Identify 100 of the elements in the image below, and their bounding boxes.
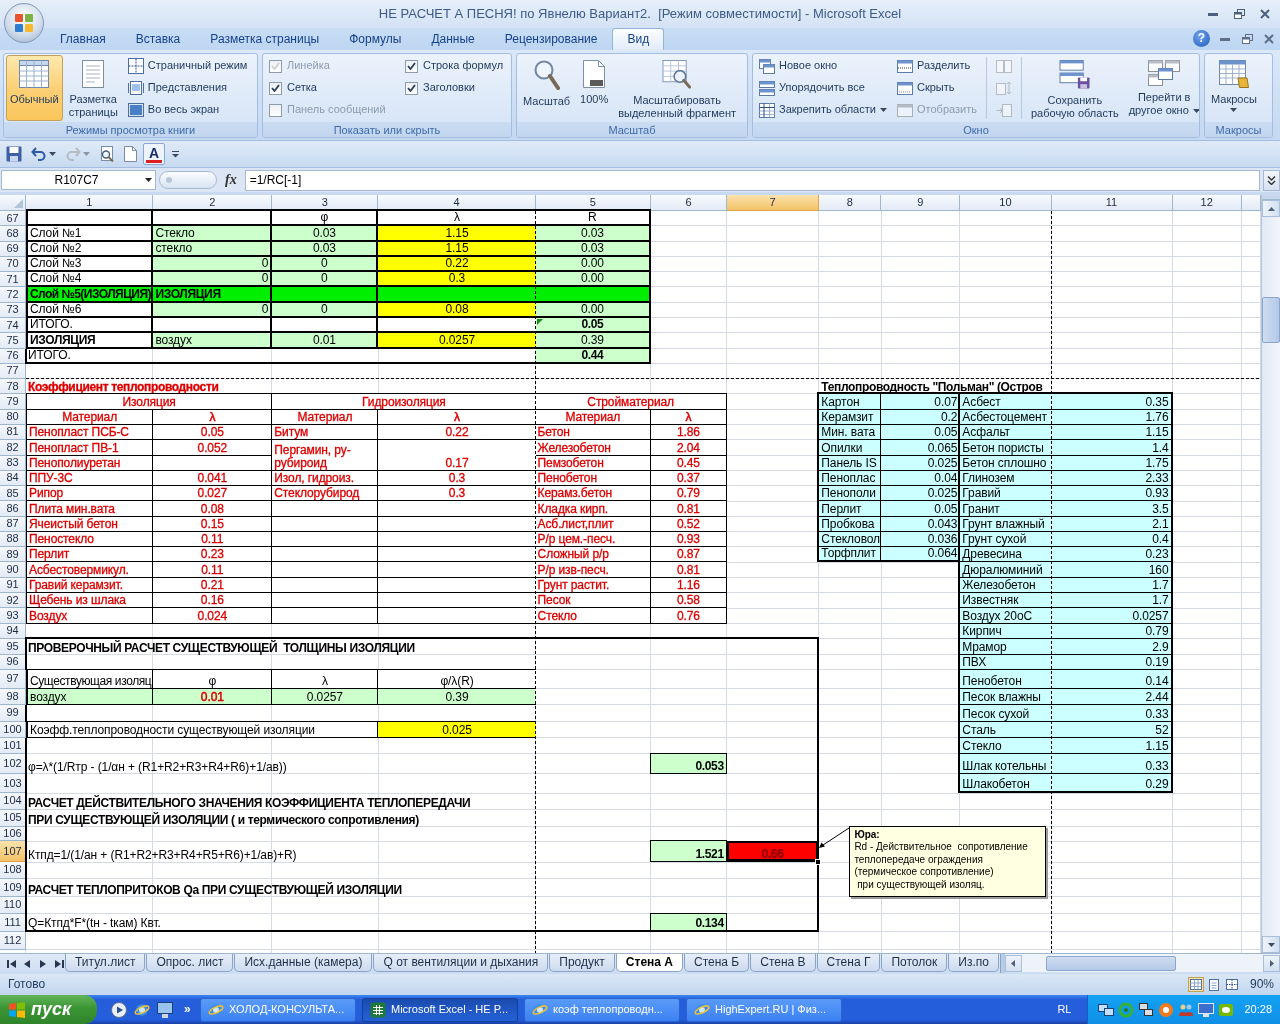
name-box[interactable]: R107C7	[1, 170, 156, 190]
ribbon-tab[interactable]: Рецензирование	[489, 28, 613, 50]
scroll-thumb[interactable]	[1262, 297, 1280, 343]
tray-button[interactable]	[1098, 1001, 1115, 1018]
sheet-tab[interactable]: Стена В	[750, 954, 816, 972]
sheet-tab[interactable]: Q от вентиляции и дыхания	[373, 954, 549, 972]
row-header[interactable]: 78	[0, 379, 26, 395]
value-cell: 2.04	[651, 440, 727, 456]
row-header[interactable]: 75	[0, 333, 26, 349]
checkbox-option[interactable]: Строка формул	[401, 55, 508, 77]
row-header[interactable]: 92	[0, 593, 26, 609]
column-header[interactable]: 10	[960, 195, 1052, 211]
toolbar-button[interactable]: A	[143, 143, 166, 165]
label-cell: Картон	[817, 392, 882, 410]
checkbox[interactable]	[269, 81, 282, 95]
row-header[interactable]: 104	[0, 793, 26, 810]
row-header[interactable]: 79	[0, 394, 26, 410]
row-header[interactable]: 72	[0, 287, 26, 303]
ribbon-button[interactable]: Масштаб	[519, 55, 575, 121]
sheet-tab[interactable]: Продукт	[549, 954, 615, 972]
ribbon-button[interactable]: Во весь экран	[123, 99, 252, 121]
ribbon-tab[interactable]: Данные	[416, 28, 490, 50]
sheet-tab[interactable]: Опрос. лист	[146, 954, 234, 972]
row-header[interactable]: 99	[0, 705, 26, 722]
insert-function-button[interactable]: fx	[220, 171, 242, 189]
scroll-right-button[interactable]	[1263, 954, 1280, 972]
resize-handle[interactable]	[159, 171, 217, 189]
checkbox-option[interactable]: Сетка	[265, 77, 399, 99]
tab-split-handle[interactable]	[999, 954, 1005, 973]
ribbon-button[interactable]: Упорядочить все	[755, 77, 891, 99]
row-header[interactable]: 107	[0, 841, 26, 863]
toolbar-button[interactable]	[121, 143, 140, 165]
value-cell: 1.4	[1051, 440, 1173, 456]
column-header[interactable]: 11	[1051, 195, 1173, 211]
scroll-down-button[interactable]	[1262, 936, 1280, 953]
ribbon-tab[interactable]: Формулы	[334, 28, 417, 50]
row-header[interactable]: 67	[0, 211, 26, 227]
row-header[interactable]: 85	[0, 486, 26, 502]
sheet-tab[interactable]: Титул.лист	[65, 954, 146, 972]
checkbox-option[interactable]: Заголовки	[401, 77, 508, 99]
column-header[interactable]: 12	[1172, 195, 1242, 211]
split-handle[interactable]	[1262, 195, 1280, 200]
column-header[interactable]: 6	[651, 195, 727, 211]
ribbon-button[interactable]: Представления	[123, 77, 252, 99]
view-button[interactable]	[1223, 977, 1240, 992]
column-header[interactable]: 9	[881, 195, 961, 211]
ribbon-button[interactable]: Обычный	[6, 55, 63, 121]
ribbon-tab[interactable]: Разметка страницы	[195, 28, 335, 50]
checkbox[interactable]	[405, 81, 418, 95]
fill-handle[interactable]	[815, 858, 822, 865]
ribbon-button[interactable]: Разделить	[893, 55, 981, 77]
column-header[interactable]: 7	[726, 195, 820, 211]
zoom-level[interactable]: 90%	[1249, 977, 1274, 992]
ribbon-button[interactable]: 100%	[576, 55, 613, 121]
ribbon-tab[interactable]: Вставка	[120, 28, 196, 50]
ribbon-button[interactable]: Новое окно	[755, 55, 891, 77]
taskbar-button[interactable]: Microsoft Excel - НЕ Р...	[362, 997, 518, 1022]
more-button[interactable]: »	[184, 1002, 191, 1017]
row-header[interactable]: 103	[0, 773, 26, 794]
scroll-up-button[interactable]	[1262, 200, 1280, 217]
ribbon-button[interactable]: Разметка страницы	[64, 55, 122, 121]
ribbon-button[interactable]: Скрыть	[893, 77, 981, 99]
sheet-tab[interactable]: Исх.данные (камера)	[234, 954, 373, 972]
sheet-tab[interactable]: Потолок	[881, 954, 948, 972]
tray-button[interactable]	[1138, 1001, 1155, 1018]
row-header[interactable]: 86	[0, 501, 26, 517]
expand-button[interactable]	[1263, 169, 1280, 191]
scroll-thumb[interactable]	[1045, 955, 1176, 971]
view-button[interactable]	[1187, 977, 1204, 992]
quick-launch-button[interactable]	[134, 1001, 150, 1018]
ribbon-button[interactable]: Сохранить рабочую область	[1026, 55, 1123, 121]
row-header[interactable]: 82	[0, 440, 26, 456]
start-button[interactable]: пуск	[0, 995, 97, 1024]
label-cell: Пенобетон	[958, 669, 1052, 690]
row-header[interactable]: 108	[0, 862, 26, 879]
ribbon-button[interactable]: Перейти в другое окно	[1124, 55, 1199, 121]
sheet-tab[interactable]: Стена Б	[684, 954, 750, 972]
sheet-tab[interactable]: Стена Г	[816, 954, 881, 972]
column-header[interactable]: 8	[819, 195, 882, 211]
row-header[interactable]: 93	[0, 608, 26, 624]
sheet-tab[interactable]: Из.по	[948, 954, 999, 972]
row-header[interactable]: 71	[0, 272, 26, 288]
ribbon-button[interactable]: Макросы	[1207, 55, 1261, 121]
row-header[interactable]: 89	[0, 547, 26, 563]
row-header[interactable]: 102	[0, 753, 26, 774]
ribbon-button[interactable]: Масштабировать выделенный фрагмент	[614, 55, 740, 121]
checkbox[interactable]	[405, 59, 418, 73]
row-header[interactable]: 68	[0, 226, 26, 242]
sheet-tab[interactable]: Стена А	[615, 954, 683, 972]
ribbon-button[interactable]: Страничный режим	[123, 55, 252, 77]
language-indicator[interactable]: RL	[1057, 1002, 1072, 1017]
formula-field[interactable]: =1/RC[-1]	[244, 169, 1260, 191]
row-header[interactable]: 98	[0, 689, 26, 706]
ribbon-tab[interactable]: Вид	[612, 28, 665, 50]
quick-launch-button[interactable]	[157, 1001, 173, 1018]
ribbon-button[interactable]: Закрепить области	[755, 99, 891, 121]
row-header[interactable]: 97	[0, 669, 26, 690]
row-header[interactable]: 90	[0, 562, 26, 578]
quick-launch-button[interactable]	[111, 1001, 127, 1018]
ribbon-tab[interactable]: Главная	[45, 28, 121, 50]
